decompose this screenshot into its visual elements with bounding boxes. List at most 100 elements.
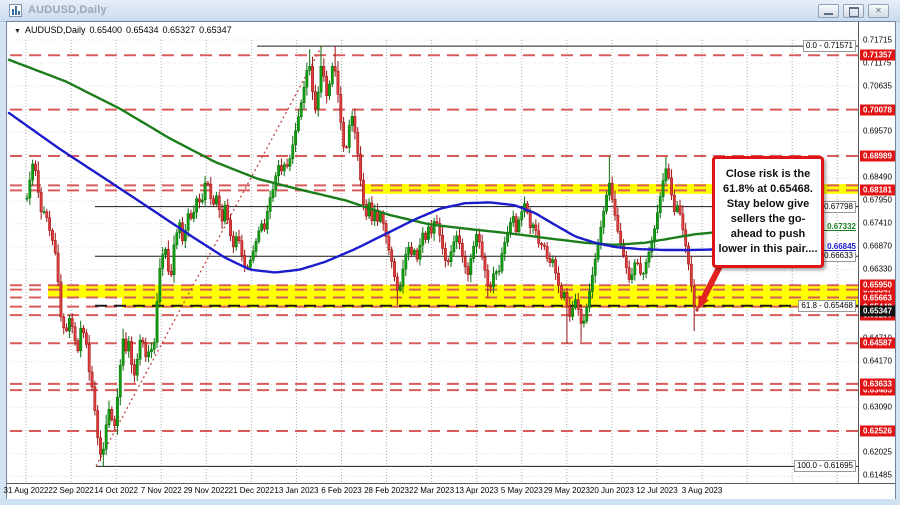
candle xyxy=(608,156,610,200)
price-axis-tick: 0.66330 xyxy=(863,265,892,274)
candle xyxy=(269,191,271,220)
candle xyxy=(362,173,364,211)
price-axis-tick: 0.62025 xyxy=(863,448,892,457)
price-axis-line xyxy=(858,22,859,483)
quote-high: 0.65434 xyxy=(126,25,159,35)
candle xyxy=(424,231,426,243)
candle xyxy=(473,241,475,262)
candle xyxy=(433,218,435,241)
quote-close: 0.65347 xyxy=(199,25,232,35)
candle xyxy=(85,329,87,348)
candle xyxy=(526,201,528,214)
price-axis-tick: 0.61485 xyxy=(863,471,892,480)
candle xyxy=(105,415,107,456)
date-axis-label: 29 Nov 2022 xyxy=(184,486,229,495)
candle xyxy=(687,242,689,270)
candle xyxy=(668,164,670,180)
candle xyxy=(173,235,175,283)
candle xyxy=(351,111,353,132)
date-axis-label: 5 May 2023 xyxy=(501,486,543,495)
candle xyxy=(659,192,661,218)
candle xyxy=(348,120,350,153)
candle xyxy=(478,229,480,249)
candle xyxy=(235,232,237,251)
candle xyxy=(190,210,192,221)
candle xyxy=(153,338,155,354)
date-axis-label: 29 May 2023 xyxy=(544,486,590,495)
candle xyxy=(306,62,308,95)
candle xyxy=(693,279,695,331)
quote-open: 0.65400 xyxy=(89,25,122,35)
candle xyxy=(34,160,36,176)
candle xyxy=(515,213,517,235)
candle xyxy=(252,245,254,263)
candle xyxy=(580,304,582,342)
date-axis-label: 13 Jan 2023 xyxy=(274,486,318,495)
candle xyxy=(535,219,537,237)
candle xyxy=(320,46,322,97)
candle xyxy=(29,171,31,204)
candle xyxy=(309,49,311,75)
candle xyxy=(685,223,687,253)
fibonacci-level-label: 61.8 - 0.65468 xyxy=(798,300,856,312)
candle xyxy=(255,238,257,257)
candle xyxy=(682,205,684,237)
candle xyxy=(523,197,525,218)
price-level-tag: 0.68181 xyxy=(860,185,895,196)
candle xyxy=(617,208,619,234)
date-axis-label: 14 Oct 2022 xyxy=(94,486,138,495)
candle xyxy=(662,173,664,202)
candle xyxy=(258,226,260,244)
candle xyxy=(419,238,421,265)
candle xyxy=(334,46,336,77)
candle xyxy=(470,253,472,282)
candle xyxy=(331,63,333,87)
candle xyxy=(388,231,390,255)
date-axis-label: 31 Aug 2022 xyxy=(4,486,49,495)
quote-low: 0.65327 xyxy=(163,25,196,35)
candle xyxy=(410,242,412,257)
candle xyxy=(552,255,554,267)
candle xyxy=(501,247,503,274)
candle xyxy=(111,406,113,421)
candle xyxy=(416,248,418,263)
current-price-tag: 0.65347 xyxy=(860,305,895,316)
candle xyxy=(80,321,82,358)
candle xyxy=(37,162,39,198)
price-axis-tick: 0.64170 xyxy=(863,357,892,366)
fibonacci-level-label: 0.0 - 0.71571 xyxy=(803,40,856,52)
candle xyxy=(136,353,138,381)
candle xyxy=(636,259,638,266)
candle xyxy=(543,242,545,250)
price-axis-tick: 0.68490 xyxy=(863,173,892,182)
price-level-tag: 0.70078 xyxy=(860,104,895,115)
candle xyxy=(546,242,548,262)
candle xyxy=(167,240,169,275)
candle xyxy=(128,336,130,358)
candle xyxy=(639,256,641,276)
candle xyxy=(676,201,678,213)
candle xyxy=(422,227,424,253)
candle xyxy=(481,235,483,261)
candle xyxy=(54,233,56,256)
chevron-down-icon[interactable]: ▼ xyxy=(14,28,21,35)
candle xyxy=(184,224,186,248)
candle xyxy=(594,253,596,283)
candle xyxy=(665,157,667,184)
candle xyxy=(444,242,446,267)
candle xyxy=(653,225,655,250)
candle xyxy=(297,109,299,133)
moving-average-line xyxy=(9,60,785,245)
candle xyxy=(512,210,514,226)
candle xyxy=(518,217,520,235)
candle xyxy=(77,338,79,353)
candle xyxy=(82,325,84,338)
candle xyxy=(133,359,135,383)
candle xyxy=(122,329,124,371)
candle xyxy=(354,108,356,139)
candle xyxy=(232,231,234,253)
candle xyxy=(407,242,409,260)
candle xyxy=(26,194,28,202)
candle xyxy=(554,256,556,280)
candle xyxy=(475,228,477,253)
